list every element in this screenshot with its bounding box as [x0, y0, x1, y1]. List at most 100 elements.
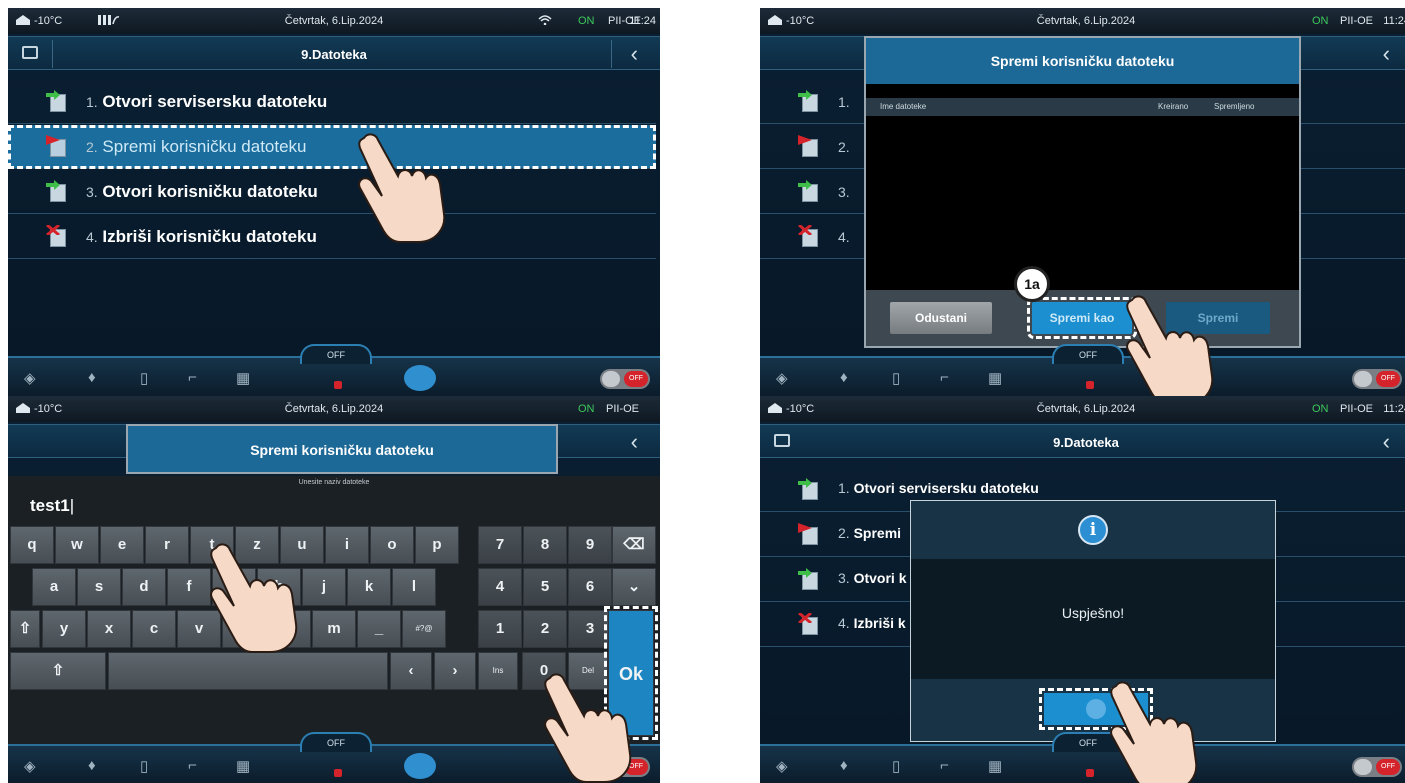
status-dot	[334, 381, 342, 389]
key-_[interactable]: _	[357, 610, 401, 648]
key-d[interactable]: d	[122, 568, 166, 606]
menu-item-open-user-file[interactable]: 3. Otvori korisničku datoteku	[8, 170, 656, 214]
keyboard-dialog-title: Spremi korisničku datoteku	[126, 424, 558, 474]
key-w[interactable]: w	[55, 526, 99, 564]
status-time: 11:24	[1383, 403, 1405, 415]
tank-icon[interactable]: ▯	[140, 757, 148, 775]
tap-icon[interactable]: ⌐	[940, 757, 949, 774]
input-hint: Unesite naziv datoteke	[298, 479, 370, 486]
status-on: ON	[1312, 403, 1329, 415]
tap-hand-icon	[210, 543, 298, 653]
tank-icon[interactable]: ▯	[140, 369, 148, 387]
radiator-footer-icon[interactable]: ▦	[236, 757, 250, 775]
info-icon: i	[1078, 515, 1108, 545]
menu-item-open-service-file[interactable]: 1. Otvori servisersku datoteku	[8, 80, 656, 124]
key-6[interactable]: 6	[568, 568, 612, 606]
column-name: Ime datoteke	[880, 102, 927, 111]
back-icon[interactable]: ‹	[631, 429, 638, 455]
key-1[interactable]: 1	[478, 610, 522, 648]
back-icon[interactable]: ‹	[1383, 41, 1390, 67]
backspace-key[interactable]: ⌫	[612, 526, 656, 564]
menu-header: 9.Datoteka ‹	[760, 424, 1405, 458]
key-i[interactable]: i	[325, 526, 369, 564]
cursor-left-key[interactable]: ‹	[390, 652, 432, 690]
power-toggle[interactable]: OFF	[600, 369, 650, 389]
key-symsymsym[interactable]: #?@	[402, 610, 446, 648]
status-dot	[1086, 769, 1094, 777]
space-key[interactable]	[108, 652, 388, 690]
cancel-button[interactable]: Odustani	[890, 302, 992, 334]
flame-icon[interactable]: ♦	[88, 369, 96, 386]
key-e[interactable]: e	[100, 526, 144, 564]
radiator-icon	[98, 15, 120, 25]
file-delete-icon	[46, 225, 68, 249]
key-c[interactable]: c	[132, 610, 176, 648]
key-k[interactable]: k	[347, 568, 391, 606]
key-4[interactable]: 4	[478, 568, 522, 606]
status-mode: PII-OE	[1340, 403, 1374, 415]
shift-key[interactable]: ⇧	[10, 610, 40, 648]
cursor-right-key[interactable]: ›	[434, 652, 476, 690]
power-toggle[interactable]: OFF	[1352, 757, 1402, 777]
menu-button[interactable]	[404, 753, 436, 779]
key-s[interactable]: s	[77, 568, 121, 606]
save-as-button[interactable]: Spremi kao	[1027, 297, 1137, 339]
radiator-footer-icon[interactable]: ▦	[988, 369, 1002, 387]
insert-key[interactable]: Ins	[478, 652, 518, 690]
off-indicator: OFF	[300, 732, 372, 752]
radiator-footer-icon[interactable]: ▦	[988, 757, 1002, 775]
menu-button[interactable]	[404, 365, 436, 391]
key-q[interactable]: q	[10, 526, 54, 564]
wifi-icon	[538, 15, 552, 25]
filename-input[interactable]: test1|	[30, 496, 74, 516]
footer-bar: ◈ ♦ ▯ ⌐ ▦ OFF OFF	[760, 732, 1405, 783]
status-dot	[334, 769, 342, 777]
boiler-icon[interactable]: ◈	[776, 369, 788, 387]
key-r[interactable]: r	[145, 526, 189, 564]
key-5[interactable]: 5	[523, 568, 567, 606]
menu-item-save-user-file[interactable]: 2. Spremi korisničku datoteku	[8, 125, 656, 169]
boiler-icon[interactable]: ◈	[24, 369, 36, 387]
file-save-icon	[798, 523, 820, 547]
key-x[interactable]: x	[87, 610, 131, 648]
key-7[interactable]: 7	[478, 526, 522, 564]
footer-bar: ◈ ♦ ▯ ⌐ ▦ OFF OFF	[8, 344, 660, 396]
column-saved: Spremljeno	[1214, 102, 1255, 111]
tap-hand-icon	[1126, 295, 1214, 396]
key-o[interactable]: o	[370, 526, 414, 564]
status-mode: PII-OE	[606, 403, 640, 415]
power-toggle[interactable]: OFF	[1352, 369, 1402, 389]
key-y[interactable]: y	[42, 610, 86, 648]
key-3[interactable]: 3	[568, 610, 612, 648]
file-open-icon	[798, 568, 820, 592]
tank-icon[interactable]: ▯	[892, 757, 900, 775]
file-open-icon	[46, 180, 68, 204]
house-icon	[768, 403, 782, 413]
key-a[interactable]: a	[32, 568, 76, 606]
boiler-icon[interactable]: ◈	[776, 757, 788, 775]
key-l[interactable]: l	[392, 568, 436, 606]
tap-icon[interactable]: ⌐	[940, 369, 949, 386]
dialog-title: Spremi korisničku datoteku	[866, 38, 1299, 84]
menu-item-delete-user-file[interactable]: 4. Izbriši korisničku datoteku	[8, 215, 656, 259]
key-2[interactable]: 2	[523, 610, 567, 648]
key-9[interactable]: 9	[568, 526, 612, 564]
tap-icon[interactable]: ⌐	[188, 757, 197, 774]
back-icon[interactable]: ‹	[1383, 429, 1390, 455]
house-icon	[768, 15, 782, 25]
tank-icon[interactable]: ▯	[892, 369, 900, 387]
shift-lock-key[interactable]: ⇧	[10, 652, 106, 690]
flame-icon[interactable]: ♦	[840, 369, 848, 386]
radiator-footer-icon[interactable]: ▦	[236, 369, 250, 387]
menu-item-label: Izbriši korisničku datoteku	[102, 227, 317, 246]
status-bar: -10°C Četvrtak, 6.Lip.2024 PII-OE ON 11:…	[760, 8, 1405, 34]
status-date: Četvrtak, 6.Lip.2024	[1036, 15, 1136, 27]
tap-icon[interactable]: ⌐	[188, 369, 197, 386]
flame-icon[interactable]: ♦	[840, 757, 848, 774]
key-8[interactable]: 8	[523, 526, 567, 564]
boiler-icon[interactable]: ◈	[24, 757, 36, 775]
key-p[interactable]: p	[415, 526, 459, 564]
hide-keyboard-key[interactable]: ⌄	[612, 568, 656, 606]
back-icon[interactable]: ‹	[631, 41, 638, 67]
flame-icon[interactable]: ♦	[88, 757, 96, 774]
